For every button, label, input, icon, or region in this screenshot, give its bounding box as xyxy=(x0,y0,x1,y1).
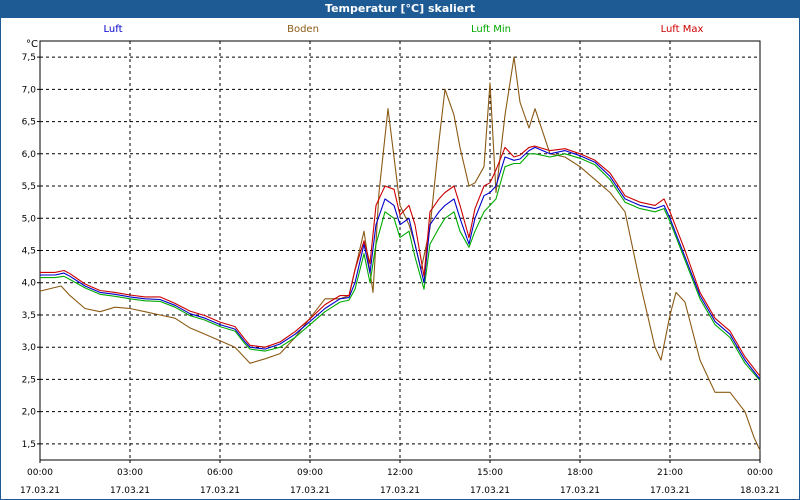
y-tick-label: 1,5 xyxy=(22,440,36,450)
x-tick-time-label: 18:00 xyxy=(567,468,593,478)
line-chart: 1,5 2,0 2,5 3,0 3,5 4,0 4,5 5,0 5,5 6,0 6,5 7,0 7,5 0… xyxy=(20,40,780,496)
x-tick-date-label: 17.03.21 xyxy=(470,486,510,496)
x-tick-date-label: 17.03.21 xyxy=(650,486,690,496)
y-tick-label: 3,5 xyxy=(22,311,36,321)
x-tick-time-label: 21:00 xyxy=(657,468,683,478)
y-tick-label: 3,0 xyxy=(22,343,37,353)
x-tick-time-label: 00:00 xyxy=(27,468,53,478)
x-tick-date-label: 17.03.21 xyxy=(560,486,600,496)
x-tick-date-label: 17.03.21 xyxy=(110,486,150,496)
y-tick-label: 2,0 xyxy=(22,408,37,418)
y-tick-label: 7,0 xyxy=(22,85,37,95)
x-tick-time-label: 12:00 xyxy=(387,468,413,478)
x-tick-date-label: 17.03.21 xyxy=(20,486,60,496)
y-tick-label: 4,5 xyxy=(22,247,36,257)
x-tick-time-label: 09:00 xyxy=(297,468,323,478)
x-tick-time-label: 06:00 xyxy=(207,468,233,478)
x-tick-date-label: 17.03.21 xyxy=(290,486,330,496)
y-tick-label: 5,0 xyxy=(22,214,37,224)
y-tick-label: 2,5 xyxy=(22,375,36,385)
x-tick-date-label: 18.03.21 xyxy=(740,486,780,496)
x-tick-time-label: 15:00 xyxy=(477,468,503,478)
y-tick-label: 6,0 xyxy=(22,150,37,160)
x-tick-time-label: 00:00 xyxy=(747,468,773,478)
x-tick-date-label: 17.03.21 xyxy=(380,486,420,496)
y-tick-label: 7,5 xyxy=(22,53,36,63)
y-tick-label: 6,5 xyxy=(22,118,36,128)
y-tick-label: 5,5 xyxy=(22,182,36,192)
x-tick-date-label: 17.03.21 xyxy=(200,486,240,496)
y-tick-label: 4,0 xyxy=(22,279,37,289)
x-tick-time-label: 03:00 xyxy=(117,468,143,478)
